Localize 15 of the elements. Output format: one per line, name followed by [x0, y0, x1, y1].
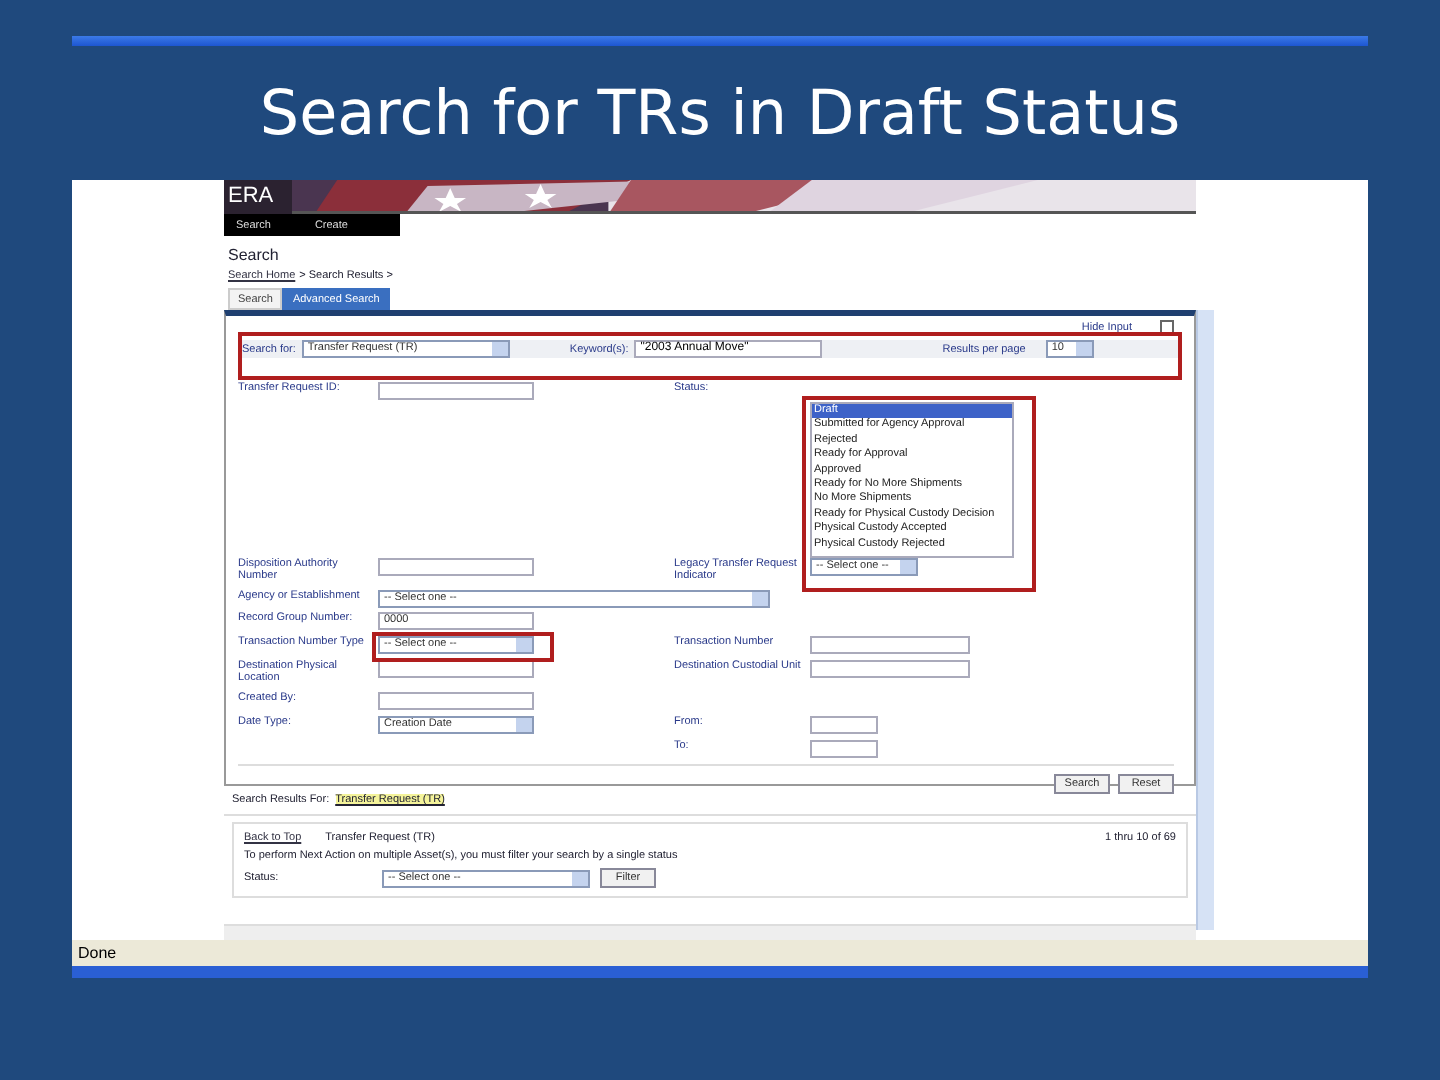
status-listbox[interactable] [810, 402, 1014, 558]
date-field[interactable] [810, 716, 878, 734]
horizontal-scrollbar[interactable] [224, 924, 1196, 940]
status-text: Done [78, 944, 117, 962]
checkbox[interactable] [1160, 320, 1174, 334]
input-field[interactable] [378, 382, 534, 400]
slide-title: Search for TRs in Draft Status [257, 76, 1183, 154]
input-field[interactable] [810, 636, 970, 654]
vertical-scrollbar[interactable] [1196, 310, 1214, 930]
logo: ERA [224, 180, 292, 214]
input-field[interactable] [810, 660, 970, 678]
page-title: Search [228, 246, 281, 264]
input-field[interactable] [378, 692, 534, 710]
input-field[interactable] [378, 558, 534, 576]
date-field[interactable] [810, 740, 878, 758]
